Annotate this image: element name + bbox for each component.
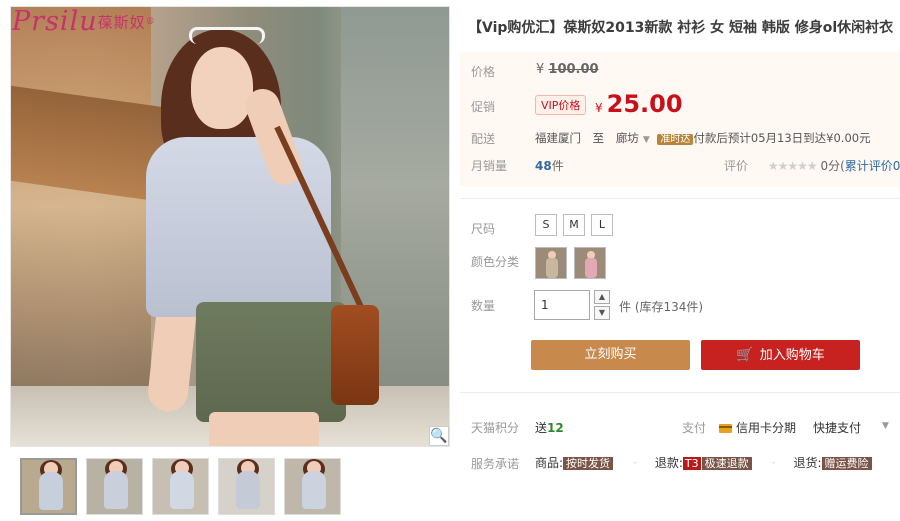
payment-caret-icon[interactable]: ▼ — [882, 421, 889, 431]
brand-logo: Prsilu葆斯奴® — [12, 6, 156, 39]
shipping-from: 福建厦门 — [535, 131, 581, 145]
monthly-sales-unit: 件 — [551, 159, 564, 173]
promo-price: ¥25.00 — [595, 90, 683, 118]
rating: 评价 ★★★★★ 0分(累计评价0 — [724, 157, 900, 174]
quantity-increase-icon[interactable]: ▲ — [594, 290, 610, 304]
rating-label: 评价 — [724, 159, 749, 173]
color-option-1[interactable] — [535, 247, 567, 279]
original-price-currency: ¥ — [536, 62, 545, 77]
promise-return[interactable]: 退货: 赠运费险 — [793, 456, 872, 470]
size-option-l[interactable]: L — [591, 214, 613, 236]
points-label: 天猫积分 — [471, 421, 520, 435]
size-options: S M L — [535, 214, 613, 236]
monthly-sales-label: 月销量 — [471, 159, 508, 173]
installment-label: 信用卡分期 — [736, 421, 797, 435]
thumbnail-strip — [20, 458, 341, 515]
model-shirt — [146, 137, 331, 317]
thumbnail[interactable] — [152, 458, 209, 515]
original-price-value: 100.00 — [548, 62, 599, 77]
rating-score: 0分 — [820, 159, 841, 173]
promise-refund[interactable]: 退款: T3 极速退款 — [655, 456, 752, 470]
payment-label: 支付 — [682, 421, 707, 435]
size-label: 尺码 — [471, 222, 496, 236]
points-number: 12 — [547, 421, 564, 435]
service-promise-label: 服务承诺 — [471, 457, 520, 471]
model-shorts — [196, 302, 346, 422]
thumbnail[interactable] — [86, 458, 143, 515]
ontime-badge: 准时达 — [657, 134, 694, 145]
promise-separator: · — [633, 456, 637, 470]
service-promises: 商品: 按时发货 · 退款: T3 极速退款 · 退货: 赠运费险 — [535, 454, 892, 471]
buy-now-button[interactable]: 立刻购买 — [531, 340, 690, 370]
vip-price-badge: VIP价格 — [535, 95, 587, 115]
quick-pay-option[interactable]: 快捷支付 — [813, 419, 861, 436]
thumbnail[interactable] — [218, 458, 275, 515]
promise-shipping[interactable]: 商品: 按时发货 — [535, 456, 614, 470]
add-to-cart-label: 加入购物车 — [759, 348, 825, 363]
color-options — [535, 247, 606, 279]
promo-label: 促销 — [471, 100, 496, 114]
active-thumb-arrow-icon — [43, 458, 55, 459]
shipping-info: 福建厦门 至 廊坊 ▼ 准时达 付款后预计05月13日到达¥0.00元 — [535, 130, 871, 146]
credit-card-icon — [719, 424, 732, 433]
original-price: ¥ 100.00 — [536, 62, 599, 77]
color-option-2[interactable] — [574, 247, 606, 279]
quantity-decrease-icon[interactable]: ▼ — [594, 306, 610, 320]
size-option-m[interactable]: M — [563, 214, 585, 236]
zoom-icon[interactable]: 🔍 — [429, 426, 449, 446]
model-face — [191, 47, 253, 129]
divider — [460, 392, 900, 393]
price-label: 价格 — [471, 65, 496, 79]
review-count-link[interactable]: 累计评价0 — [845, 159, 900, 173]
promo-price-value: 25.00 — [606, 90, 683, 118]
divider — [460, 198, 900, 199]
promo-price-currency: ¥ — [595, 101, 603, 115]
brand-logo-reg: ® — [145, 17, 156, 27]
rating-stars-icon: ★★★★★ — [767, 159, 818, 173]
size-option-s[interactable]: S — [535, 214, 557, 236]
stock-info: 件 (库存134件) — [619, 300, 704, 314]
monthly-sales: 48件 — [535, 157, 564, 174]
color-label: 颜色分类 — [471, 255, 520, 269]
cart-icon: 🛒 — [736, 347, 754, 363]
product-title: 【Vip购优汇】葆斯奴2013新款 衬衫 女 短袖 韩版 修身ol休闲衬衣 — [468, 20, 894, 36]
quantity-input[interactable] — [534, 290, 590, 320]
points-prefix: 送 — [535, 421, 548, 435]
add-to-cart-button[interactable]: 🛒 加入购物车 — [701, 340, 860, 370]
thumbnail[interactable] — [20, 458, 77, 515]
quantity-label: 数量 — [471, 299, 496, 313]
shipping-destination[interactable]: 廊坊 — [616, 131, 639, 145]
points-value: 送12 — [535, 419, 564, 436]
brand-logo-text: Prsilu — [12, 6, 98, 37]
monthly-sales-count: 48 — [535, 159, 552, 173]
model-sunglasses — [189, 27, 265, 44]
shipping-label: 配送 — [471, 132, 496, 146]
shipping-to-word: 至 — [592, 131, 605, 145]
main-product-photo[interactable] — [10, 6, 450, 447]
promise-separator: · — [771, 456, 776, 470]
thumbnail[interactable] — [284, 458, 341, 515]
destination-caret-icon[interactable]: ▼ — [643, 135, 650, 145]
model-legs — [209, 412, 319, 446]
shipping-estimate: 付款后预计05月13日到达¥0.00元 — [693, 131, 871, 145]
brand-logo-cn: 葆斯奴 — [97, 13, 146, 32]
model-bag — [331, 305, 379, 405]
installment-option[interactable]: 信用卡分期 — [719, 419, 796, 436]
photo-background-left — [11, 7, 151, 446]
